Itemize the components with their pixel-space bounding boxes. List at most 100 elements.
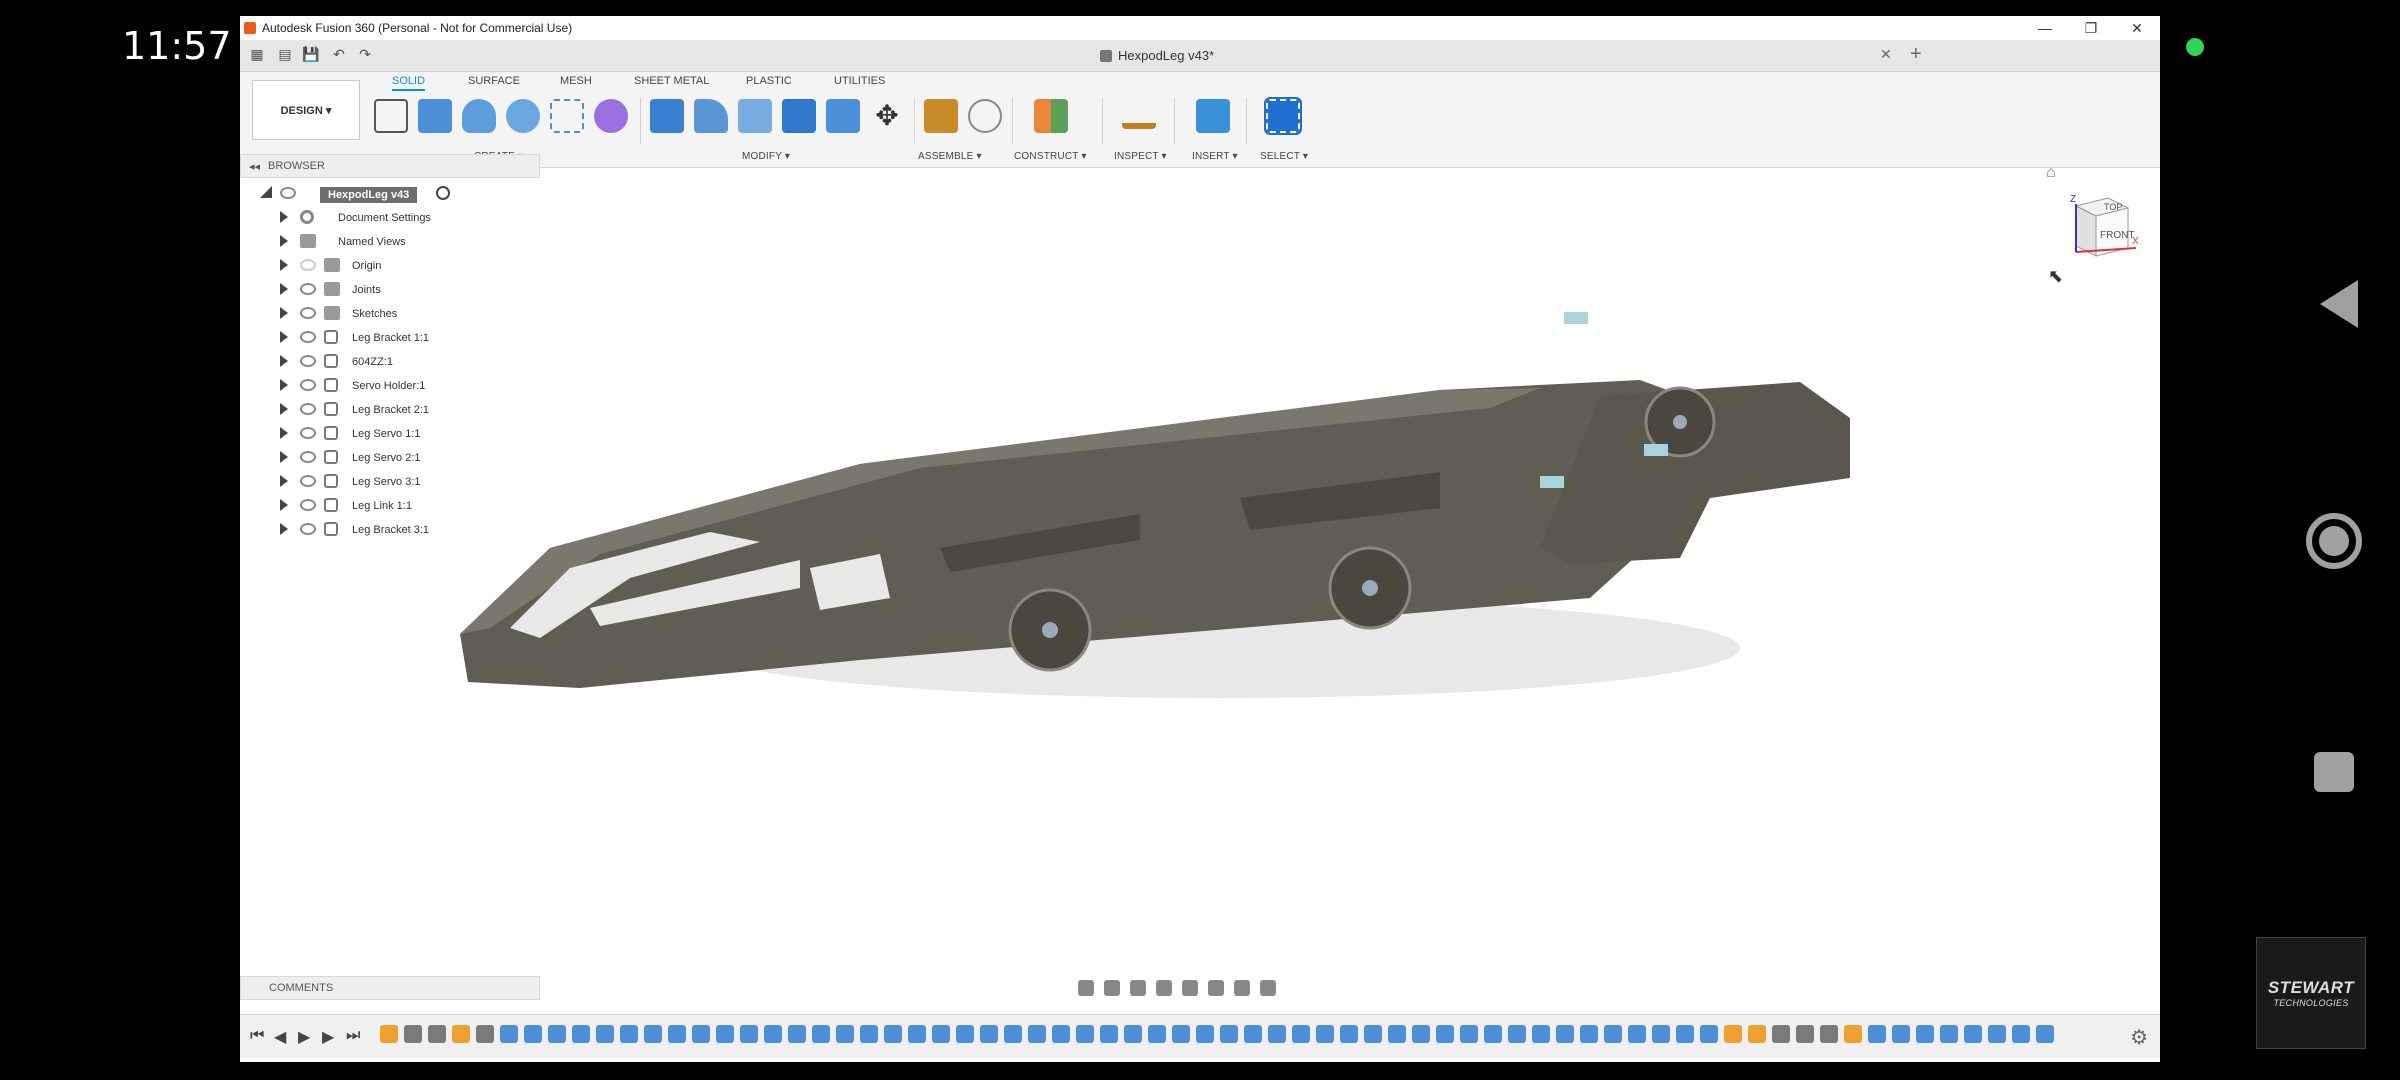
timeline-feature[interactable] [1964, 1025, 1982, 1043]
chamfer-icon[interactable] [738, 99, 772, 133]
tab-mesh[interactable]: MESH [560, 75, 592, 87]
select-icon[interactable] [1264, 97, 1302, 135]
timeline-feature[interactable] [1772, 1025, 1790, 1043]
timeline-feature[interactable] [404, 1025, 422, 1043]
expand-arrow-icon[interactable] [280, 331, 288, 343]
timeline-feature[interactable] [476, 1025, 494, 1043]
viewports-icon[interactable] [1260, 980, 1276, 996]
timeline-feature[interactable] [1556, 1025, 1574, 1043]
revolve-icon[interactable] [462, 99, 496, 133]
timeline-feature[interactable] [1172, 1025, 1190, 1043]
tab-surface[interactable]: SURFACE [468, 75, 520, 87]
collapse-panel-icon[interactable]: ◂◂ [249, 160, 260, 173]
expand-arrow-icon[interactable] [280, 403, 288, 415]
timeline-feature[interactable] [1508, 1025, 1526, 1043]
timeline-feature[interactable] [548, 1025, 566, 1043]
new-tab-icon[interactable]: + [1910, 43, 1922, 66]
timeline-feature[interactable] [740, 1025, 758, 1043]
tab-utilities[interactable]: UTILITIES [834, 75, 885, 87]
save-icon[interactable]: 💾 [302, 46, 320, 64]
fillet-icon[interactable] [694, 99, 728, 133]
tree-item[interactable]: Leg Bracket 3:1 [240, 518, 540, 542]
joint-icon[interactable] [968, 99, 1002, 133]
timeline-feature[interactable] [1028, 1025, 1046, 1043]
timeline-feature[interactable] [1388, 1025, 1406, 1043]
timeline-feature[interactable] [1604, 1025, 1622, 1043]
timeline-feature[interactable] [1676, 1025, 1694, 1043]
timeline-feature[interactable] [1412, 1025, 1430, 1043]
timeline-settings-icon[interactable]: ⚙ [2130, 1025, 2148, 1050]
tab-solid[interactable]: SOLID [392, 75, 426, 91]
timeline-feature[interactable] [1628, 1025, 1646, 1043]
timeline-feature[interactable] [500, 1025, 518, 1043]
visibility-eye-icon[interactable] [300, 475, 316, 487]
expand-arrow-icon[interactable] [280, 235, 288, 247]
previous-step-button[interactable]: ◀ [274, 1027, 286, 1047]
timeline-feature[interactable] [1820, 1025, 1838, 1043]
visibility-eye-icon[interactable] [300, 499, 316, 511]
fit-icon[interactable] [1182, 980, 1198, 996]
timeline-feature[interactable] [1100, 1025, 1118, 1043]
timeline-feature[interactable] [1268, 1025, 1286, 1043]
first-frame-button[interactable]: ⏮ [250, 1027, 264, 1045]
timeline-feature[interactable] [1940, 1025, 1958, 1043]
expand-arrow-icon[interactable] [280, 355, 288, 367]
timeline-feature[interactable] [1340, 1025, 1358, 1043]
expand-arrow-icon[interactable] [280, 379, 288, 391]
tree-item[interactable]: Leg Link 1:1 [240, 494, 540, 518]
comments-panel-header[interactable]: COMMENTS [240, 976, 540, 1000]
timeline-feature[interactable] [1652, 1025, 1670, 1043]
assemble-group-label[interactable]: ASSEMBLE ▾ [918, 151, 982, 162]
expand-arrow-icon[interactable] [280, 523, 288, 535]
construct-group-label[interactable]: CONSTRUCT ▾ [1014, 151, 1087, 162]
minimize-button[interactable]: — [2022, 16, 2068, 40]
visibility-eye-icon[interactable] [300, 307, 316, 319]
timeline-feature[interactable] [1748, 1025, 1766, 1043]
timeline-feature[interactable] [1844, 1025, 1862, 1043]
joint-glyph[interactable] [1540, 476, 1564, 488]
form-icon[interactable] [594, 99, 628, 133]
tree-item[interactable]: Servo Holder:1 [240, 374, 540, 398]
restore-button[interactable]: ❐ [2068, 16, 2114, 40]
timeline-feature[interactable] [1988, 1025, 2006, 1043]
grid-menu-icon[interactable]: ▦ [248, 46, 266, 64]
timeline-feature[interactable] [980, 1025, 998, 1043]
timeline-feature[interactable] [1532, 1025, 1550, 1043]
timeline-feature[interactable] [1868, 1025, 1886, 1043]
inspect-group-label[interactable]: INSPECT ▾ [1114, 151, 1167, 162]
expand-arrow-icon[interactable] [280, 211, 288, 223]
timeline-feature[interactable] [1316, 1025, 1334, 1043]
visibility-eye-icon[interactable] [300, 451, 316, 463]
visibility-eye-icon[interactable] [300, 403, 316, 415]
collapse-arrow-icon[interactable] [260, 186, 272, 198]
timeline-feature[interactable] [1076, 1025, 1094, 1043]
combine-icon[interactable] [782, 99, 816, 133]
view-cube[interactable]: TOP FRONT X Z [2060, 186, 2140, 266]
visibility-eye-icon[interactable] [300, 427, 316, 439]
split-body-icon[interactable] [826, 99, 860, 133]
timeline-feature[interactable] [1580, 1025, 1598, 1043]
activate-target-icon[interactable] [436, 186, 450, 200]
tree-item[interactable]: Joints [240, 278, 540, 302]
timeline-feature[interactable] [1796, 1025, 1814, 1043]
file-menu-icon[interactable]: ▤ [276, 46, 294, 64]
timeline-feature[interactable] [1460, 1025, 1478, 1043]
visibility-eye-icon[interactable] [300, 331, 316, 343]
timeline-feature[interactable] [668, 1025, 686, 1043]
press-pull-icon[interactable] [650, 99, 684, 133]
tree-item[interactable]: 604ZZ:1 [240, 350, 540, 374]
close-tab-icon[interactable]: ✕ [1880, 46, 1892, 63]
timeline-feature[interactable] [1484, 1025, 1502, 1043]
visibility-eye-icon[interactable] [300, 379, 316, 391]
extrude-icon[interactable] [418, 99, 452, 133]
pan-icon[interactable] [1130, 980, 1146, 996]
tree-item[interactable]: Origin [240, 254, 540, 278]
timeline-feature[interactable] [452, 1025, 470, 1043]
create-sketch-icon[interactable] [374, 99, 408, 133]
expand-arrow-icon[interactable] [280, 451, 288, 463]
workspace-switcher[interactable]: DESIGN ▾ [252, 80, 360, 140]
next-step-button[interactable]: ▶ [322, 1027, 334, 1047]
timeline-feature[interactable] [1724, 1025, 1742, 1043]
android-recents-button[interactable] [2314, 752, 2354, 792]
play-button[interactable]: ▶ [298, 1027, 310, 1047]
